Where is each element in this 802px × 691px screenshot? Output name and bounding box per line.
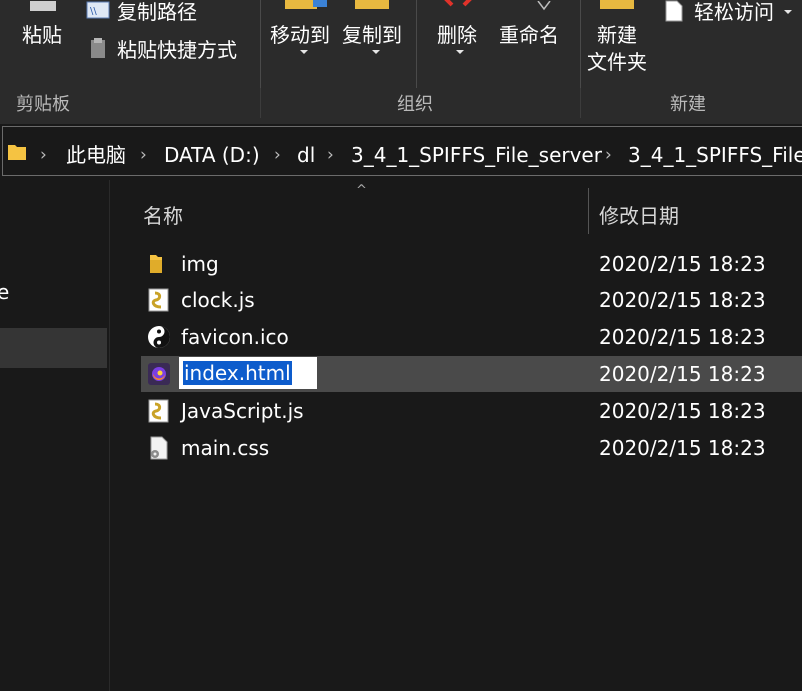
copy-to-button[interactable]: 复制到 — [342, 23, 402, 47]
chevron-right-icon[interactable]: › — [40, 144, 47, 166]
ico-image-icon — [147, 325, 171, 349]
move-to-button[interactable]: 移动到 — [270, 23, 330, 47]
file-date: 2020/2/15 18:23 — [599, 252, 766, 276]
organize-group-label: 组织 — [397, 94, 433, 115]
js-script-icon — [147, 399, 171, 423]
file-date: 2020/2/15 18:23 — [599, 399, 766, 423]
new-folder-line1[interactable]: 新建 — [597, 23, 637, 47]
rename-button[interactable]: 重命名 — [499, 23, 559, 47]
file-date: 2020/2/15 18:23 — [599, 362, 766, 386]
file-name[interactable]: favicon.ico — [181, 325, 289, 349]
easy-access-dropdown-icon[interactable] — [784, 10, 792, 14]
rename-icon — [534, 0, 554, 11]
chevron-right-icon[interactable]: › — [274, 144, 281, 166]
chevron-right-icon[interactable]: › — [327, 144, 334, 166]
copy-to-icon — [355, 0, 391, 10]
copy-path-button[interactable]: 复制路径 — [117, 0, 197, 24]
folder-location-icon — [7, 142, 27, 162]
js-script-icon — [147, 288, 171, 312]
file-list[interactable]: ^ 名称 修改日期 img 2020/2/15 18:23 clock.js 2… — [110, 180, 802, 691]
file-row-selected[interactable]: index.html 2020/2/15 18:23 — [141, 356, 802, 392]
column-header-name[interactable]: 名称 — [143, 200, 183, 229]
file-date: 2020/2/15 18:23 — [599, 436, 766, 460]
firefox-html-icon — [147, 362, 171, 386]
css-file-icon — [147, 436, 171, 460]
rename-selected-text[interactable]: index.html — [183, 361, 292, 385]
paste-button[interactable]: 粘贴 — [22, 23, 62, 47]
easy-access-icon — [664, 0, 684, 22]
folder-icon — [147, 252, 171, 276]
svg-text:\\: \\ — [90, 6, 97, 17]
column-divider[interactable] — [588, 188, 589, 234]
new-folder-icon — [600, 0, 636, 10]
address-bar[interactable]: › 此电脑 › DATA (D:) › dl › 3_4_1_SPIFFS_Fi… — [0, 124, 802, 180]
easy-access-button[interactable]: 轻松访问 — [694, 0, 774, 24]
address-box[interactable]: › 此电脑 › DATA (D:) › dl › 3_4_1_SPIFFS_Fi… — [2, 126, 802, 176]
nav-item-partial[interactable]: e — [0, 280, 9, 304]
ribbon-separator — [580, 0, 581, 88]
paste-icon — [26, 0, 60, 11]
crumb-this-pc[interactable]: 此电脑 — [66, 143, 126, 167]
paste-shortcut-icon — [90, 37, 106, 59]
ribbon: 粘贴 \\ 复制路径 粘贴快捷方式 剪贴板 移动到 复制到 删除 重命名 组织 … — [0, 0, 802, 124]
new-folder-line2[interactable]: 文件夹 — [587, 50, 647, 74]
ribbon-group-divider — [260, 88, 261, 118]
ribbon-group-divider — [580, 88, 581, 118]
navigation-pane[interactable]: e — [0, 180, 109, 691]
file-name[interactable]: main.css — [181, 436, 269, 460]
ribbon-separator — [260, 0, 261, 88]
copy-to-dropdown-icon[interactable] — [372, 50, 380, 54]
delete-x-icon — [440, 0, 476, 10]
file-name[interactable]: JavaScript.js — [181, 399, 304, 423]
crumb-dl[interactable]: dl — [297, 143, 315, 167]
file-date: 2020/2/15 18:23 — [599, 325, 766, 349]
delete-button[interactable]: 删除 — [437, 23, 477, 47]
paste-shortcut-button[interactable]: 粘贴快捷方式 — [117, 38, 237, 62]
file-row[interactable]: JavaScript.js 2020/2/15 18:23 — [141, 393, 802, 429]
file-name[interactable]: clock.js — [181, 288, 255, 312]
column-header-modified[interactable]: 修改日期 — [599, 200, 679, 229]
file-date: 2020/2/15 18:23 — [599, 288, 766, 312]
file-row[interactable]: favicon.ico 2020/2/15 18:23 — [141, 319, 802, 355]
chevron-right-icon[interactable]: › — [605, 144, 612, 166]
file-row[interactable]: clock.js 2020/2/15 18:23 — [141, 282, 802, 318]
clipboard-group-label: 剪贴板 — [16, 94, 70, 115]
sort-ascending-icon: ^ — [356, 183, 367, 198]
crumb-spiffs-server[interactable]: 3_4_1_SPIFFS_File_server — [351, 143, 602, 167]
nav-item-selected[interactable] — [0, 328, 107, 368]
move-to-icon — [285, 0, 329, 10]
ribbon-separator — [416, 0, 417, 88]
crumb-spiffs-file[interactable]: 3_4_1_SPIFFS_File_ — [628, 143, 802, 167]
file-row[interactable]: main.css 2020/2/15 18:23 — [141, 430, 802, 466]
delete-dropdown-icon[interactable] — [456, 50, 464, 54]
file-name[interactable]: img — [181, 252, 219, 276]
move-to-dropdown-icon[interactable] — [300, 50, 308, 54]
copy-path-icon: \\ — [86, 1, 110, 19]
new-group-label: 新建 — [670, 94, 706, 115]
crumb-data-drive[interactable]: DATA (D:) — [164, 143, 260, 167]
rename-field[interactable]: index.html — [179, 357, 317, 389]
chevron-right-icon[interactable]: › — [140, 144, 147, 166]
file-row[interactable]: img 2020/2/15 18:23 — [141, 246, 802, 282]
